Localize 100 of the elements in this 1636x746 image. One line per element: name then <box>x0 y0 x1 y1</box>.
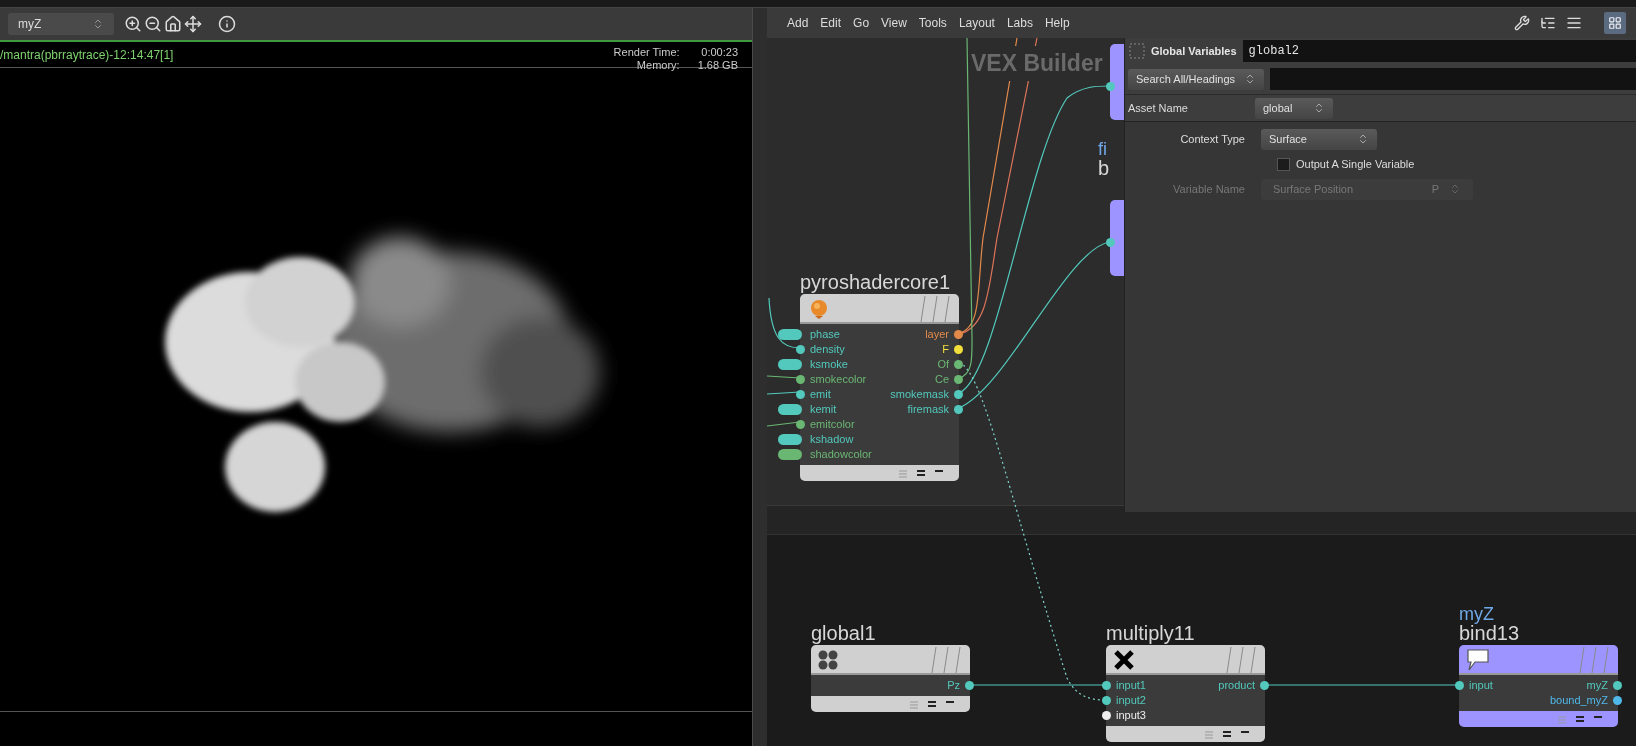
input-port[interactable] <box>1102 711 1111 720</box>
home-icon[interactable] <box>164 15 182 33</box>
menu-item[interactable]: Add <box>781 14 815 32</box>
input-label: phase <box>810 329 840 340</box>
field-label: Variable Name <box>1172 181 1246 197</box>
input-label: smokecolor <box>810 374 867 385</box>
node-comment: fi <box>1098 140 1108 158</box>
tools-icon[interactable] <box>1514 15 1530 31</box>
input-port[interactable] <box>796 390 805 399</box>
speech-bubble-icon <box>1466 648 1490 672</box>
menu-item[interactable]: Layout <box>952 14 1001 32</box>
input-port[interactable] <box>796 345 805 354</box>
input-label: emit <box>810 389 831 400</box>
output-label: Ce <box>934 374 949 385</box>
menu-item[interactable]: Edit <box>814 14 848 32</box>
node-name: b <box>1098 158 1110 178</box>
network-node[interactable]: input myZ bound_myZ <box>1459 645 1618 727</box>
search-mode-dropdown[interactable]: Search All/Headings <box>1128 68 1264 90</box>
info-icon[interactable] <box>218 15 236 33</box>
input-port[interactable] <box>1106 82 1115 91</box>
tree-icon[interactable] <box>1540 15 1556 31</box>
input-label: emitcolor <box>810 419 855 430</box>
input-pill[interactable] <box>778 329 802 340</box>
node-flags-icon[interactable] <box>1556 714 1604 724</box>
zoom-in-icon[interactable] <box>124 15 142 33</box>
input-pill[interactable] <box>778 359 802 370</box>
node-comment: myZ <box>1459 605 1495 623</box>
input-port[interactable] <box>1455 681 1464 690</box>
updown-arrows-icon <box>1449 183 1461 195</box>
checkbox[interactable] <box>1277 157 1290 171</box>
output-port[interactable] <box>954 330 963 339</box>
stat-value: 0:00:23 <box>700 46 738 59</box>
asset-name-dropdown[interactable]: global <box>1255 97 1333 119</box>
output-port[interactable] <box>1260 681 1269 690</box>
input-label: input1 <box>1116 680 1146 691</box>
list-icon[interactable] <box>1566 15 1582 31</box>
output-label: F <box>942 344 949 355</box>
network-node[interactable]: input1 input2 input3 product <box>1106 645 1265 742</box>
output-label: smokemask <box>890 389 949 400</box>
four-dots-icon <box>817 649 839 671</box>
node-flags-icon[interactable] <box>1203 729 1251 739</box>
camera-dropdown[interactable]: myZ <box>8 13 114 35</box>
fire-icon <box>808 298 830 320</box>
node-name-field[interactable]: global2 <box>1242 40 1636 62</box>
search-field[interactable] <box>1270 68 1636 90</box>
updown-arrows-icon <box>1244 73 1256 85</box>
network-context-label: VEX Builder <box>969 46 1105 81</box>
stat-label: Memory: <box>635 59 680 72</box>
input-pill[interactable] <box>778 404 802 415</box>
output-label: myZ <box>1586 680 1608 691</box>
input-port[interactable] <box>1102 696 1111 705</box>
grid-icon <box>1608 16 1622 30</box>
node-name: pyroshadercore1 <box>800 272 951 292</box>
input-label: ksmoke <box>810 359 848 370</box>
input-port[interactable] <box>1106 238 1115 247</box>
stat-label: Render Time: <box>613 46 680 59</box>
output-port[interactable] <box>954 375 963 384</box>
menu-item[interactable]: Tools <box>912 14 953 32</box>
node-type-icon <box>1129 43 1145 59</box>
zoom-out-icon[interactable] <box>144 15 162 33</box>
output-port[interactable] <box>954 405 963 414</box>
input-label: input <box>1469 680 1493 691</box>
input-port[interactable] <box>796 420 805 429</box>
menu-item[interactable]: Go <box>847 14 876 32</box>
input-label: density <box>810 344 845 355</box>
grid-toggle[interactable] <box>1604 12 1626 34</box>
node-flags-icon[interactable] <box>897 468 945 478</box>
input-pill[interactable] <box>778 449 802 460</box>
output-port[interactable] <box>965 681 974 690</box>
node-type-label: Global Variables <box>1151 43 1237 59</box>
network-node[interactable]: Pz <box>811 645 970 712</box>
node-name: multiply11 <box>1106 623 1195 643</box>
menu-item[interactable]: Help <box>1038 14 1076 32</box>
fit-view-icon[interactable] <box>184 15 202 33</box>
menu-item[interactable]: View <box>875 14 913 32</box>
field-label: Asset Name <box>1128 100 1189 116</box>
context-type-dropdown[interactable]: Surface <box>1261 128 1377 150</box>
network-node[interactable]: phase density ksmoke smokecolor emit kemit emitcolor kshadow shadowcolor layer F Of Ce smokemask firemask <box>800 294 959 481</box>
input-pill[interactable] <box>778 434 802 445</box>
render-label: /mantra(pbrraytrace)-12:14:47[1] <box>0 47 174 64</box>
input-label: input3 <box>1116 710 1146 721</box>
multiply-icon <box>1113 649 1135 671</box>
output-port[interactable] <box>954 360 963 369</box>
updown-arrows-icon <box>1357 133 1369 145</box>
menu-item[interactable]: Labs <box>1000 14 1039 32</box>
output-label: Pz <box>947 680 960 691</box>
input-label: shadowcolor <box>810 449 872 460</box>
output-label: product <box>1218 680 1255 691</box>
input-port[interactable] <box>796 375 805 384</box>
variable-suffix: P <box>1431 181 1439 197</box>
checkbox-label: Output A Single Variable <box>1296 156 1415 172</box>
output-port[interactable] <box>1613 681 1622 690</box>
node-flags-icon[interactable] <box>908 699 956 709</box>
updown-arrows-icon <box>1313 102 1325 114</box>
output-port[interactable] <box>954 345 963 354</box>
output-port[interactable] <box>954 390 963 399</box>
output-port[interactable] <box>1613 696 1622 705</box>
node-name: global1 <box>811 623 876 643</box>
input-port[interactable] <box>1102 681 1111 690</box>
input-label: kemit <box>810 404 837 415</box>
